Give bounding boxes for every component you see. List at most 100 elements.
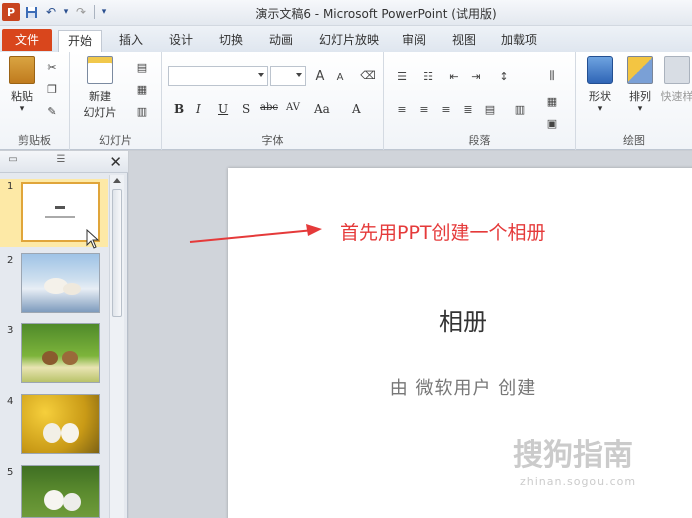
- align-left-icon[interactable]: ≡: [394, 102, 410, 116]
- clipboard-group: 粘贴 ▾ ✂ ❐ ✎ 剪贴板: [0, 52, 70, 150]
- drawing-group-label: 绘图: [623, 134, 645, 147]
- grow-font-icon[interactable]: A: [312, 69, 328, 84]
- strikethrough-button[interactable]: abc: [260, 102, 278, 113]
- font-color-button[interactable]: A: [352, 102, 361, 116]
- slide-number: 5: [7, 467, 14, 478]
- title-bar: P ↶ ▾ ↷ ▾ 演示文稿6 - Microsoft PowerPoint (…: [0, 0, 692, 26]
- panel-scrollbar[interactable]: [109, 175, 124, 518]
- align-center-icon[interactable]: ≡: [416, 102, 432, 116]
- slide-thumbnail-panel: ▭ ☰ ✕ 1 2 3 4 5: [0, 151, 128, 518]
- white-rabbits-image: [21, 465, 100, 518]
- align-text-icon[interactable]: ▦: [544, 94, 560, 108]
- slide-number: 3: [7, 325, 14, 336]
- reset-icon[interactable]: ▦: [134, 82, 150, 96]
- paragraph-group: ☰ ☷ ⇤ ⇥ ↕ ⫼ ≡ ≡ ≡ ≣ ▤ ▥ ▦ ▣ 段落: [384, 52, 576, 150]
- smartart-icon[interactable]: ▣: [544, 116, 560, 130]
- drawing-group: 形状 ▾ 排列 ▾ 快速样 绘图: [576, 52, 692, 150]
- bullets-icon[interactable]: ☰: [394, 69, 410, 83]
- increase-indent-icon[interactable]: ⇥: [468, 69, 484, 83]
- close-icon[interactable]: ✕: [109, 153, 122, 171]
- shadow-button[interactable]: S: [242, 102, 250, 116]
- slide-number: 1: [7, 181, 14, 192]
- cut-icon[interactable]: ✂: [44, 60, 60, 74]
- char-spacing-button[interactable]: AV: [286, 102, 300, 113]
- outline-tab-icon[interactable]: ☰: [52, 154, 70, 170]
- slide-thumbnail-5[interactable]: 5: [0, 465, 108, 518]
- new-slide-label: 新建: [89, 90, 111, 103]
- tab-transitions[interactable]: 切换: [213, 30, 249, 52]
- slides-tab-icon[interactable]: ▭: [4, 154, 22, 170]
- shapes-icon: [587, 56, 613, 84]
- arrange-label: 排列: [629, 90, 651, 103]
- columns-icon[interactable]: ▥: [512, 102, 528, 116]
- quick-styles-label: 快速样: [660, 90, 692, 103]
- justify-icon[interactable]: ≣: [460, 102, 476, 116]
- watermark-brand: 搜狗指南: [513, 438, 633, 473]
- annotation-arrow-icon: [189, 224, 322, 243]
- font-family-combo[interactable]: [168, 66, 268, 86]
- new-slide-button[interactable]: 新建 幻灯片: [76, 56, 124, 120]
- birds-image: [21, 323, 100, 383]
- scrollbar-thumb[interactable]: [112, 189, 122, 317]
- quick-styles-button[interactable]: 快速样: [660, 56, 692, 104]
- shrink-font-icon[interactable]: A: [332, 70, 348, 84]
- ribbon: 粘贴 ▾ ✂ ❐ ✎ 剪贴板 新建 幻灯片 ▤ ▦ ▥ 幻灯片 A A ⌫ B …: [0, 52, 692, 150]
- text-direction-icon[interactable]: ⫼: [544, 69, 560, 83]
- tab-review[interactable]: 审阅: [396, 30, 432, 52]
- window-title: 演示文稿6 - Microsoft PowerPoint (试用版): [255, 7, 497, 21]
- slide-title[interactable]: 相册: [228, 302, 692, 337]
- scroll-up-icon[interactable]: [113, 178, 121, 183]
- paste-button[interactable]: 粘贴 ▾: [2, 56, 42, 114]
- format-painter-icon[interactable]: ✎: [44, 104, 60, 118]
- section-icon[interactable]: ▥: [134, 104, 150, 118]
- numbering-icon[interactable]: ☷: [420, 69, 436, 83]
- slide-thumbnail-3[interactable]: 3: [0, 323, 108, 389]
- ribbon-tabs: 文件 开始 插入 设计 切换 动画 幻灯片放映 审阅 视图 加载项: [0, 26, 692, 52]
- tab-home[interactable]: 开始: [58, 30, 102, 52]
- annotation-text: 首先用PPT创建一个相册: [340, 222, 546, 244]
- slides-group: 新建 幻灯片 ▤ ▦ ▥ 幻灯片: [70, 52, 162, 150]
- rabbits-flowers-image: [21, 394, 100, 454]
- tab-slideshow[interactable]: 幻灯片放映: [312, 30, 386, 52]
- polar-bears-image: [21, 253, 100, 313]
- tab-view[interactable]: 视图: [446, 30, 482, 52]
- tab-design[interactable]: 设计: [163, 30, 199, 52]
- slide-thumbnail-1[interactable]: 1: [0, 179, 108, 249]
- italic-button[interactable]: I: [196, 102, 201, 116]
- slide-thumbnail-2[interactable]: 2: [0, 253, 108, 319]
- new-slide-label-2: 幻灯片: [83, 106, 117, 119]
- slide-number: 4: [7, 396, 14, 407]
- align-right-icon[interactable]: ≡: [438, 102, 454, 116]
- arrange-icon: [627, 56, 653, 84]
- tab-insert[interactable]: 插入: [113, 30, 149, 52]
- cursor-icon: [86, 229, 100, 249]
- font-group: A A ⌫ B I U S abc AV Aa A 字体: [162, 52, 384, 150]
- tab-addins[interactable]: 加载项: [495, 30, 543, 52]
- paste-icon: [9, 56, 35, 84]
- arrange-button[interactable]: 排列 ▾: [620, 56, 660, 114]
- copy-icon[interactable]: ❐: [44, 82, 60, 96]
- slide-subtitle[interactable]: 由 微软用户 创建: [228, 374, 692, 400]
- clear-format-icon[interactable]: ⌫: [360, 68, 376, 82]
- underline-button[interactable]: U: [218, 102, 228, 116]
- watermark-url: zhinan.sogou.com: [520, 475, 637, 488]
- tab-file[interactable]: 文件: [2, 29, 52, 51]
- panel-header: ▭ ☰ ✕: [0, 151, 128, 173]
- new-slide-icon: [87, 56, 113, 84]
- slides-group-label: 幻灯片: [99, 134, 132, 147]
- quick-styles-icon: [664, 56, 690, 84]
- paragraph-group-label: 段落: [468, 134, 491, 147]
- tab-animations[interactable]: 动画: [263, 30, 299, 52]
- layout-icon[interactable]: ▤: [134, 60, 150, 74]
- font-size-combo[interactable]: [270, 66, 306, 86]
- line-spacing-icon[interactable]: ↕: [496, 69, 512, 83]
- slide-number: 2: [7, 255, 14, 266]
- shapes-button[interactable]: 形状 ▾: [580, 56, 620, 114]
- paste-label: 粘贴: [11, 90, 33, 103]
- bold-button[interactable]: B: [174, 102, 184, 116]
- change-case-button[interactable]: Aa: [314, 102, 330, 116]
- shapes-label: 形状: [589, 90, 611, 103]
- slide-thumbnail-4[interactable]: 4: [0, 394, 108, 460]
- decrease-indent-icon[interactable]: ⇤: [446, 69, 462, 83]
- distribute-icon[interactable]: ▤: [482, 102, 498, 116]
